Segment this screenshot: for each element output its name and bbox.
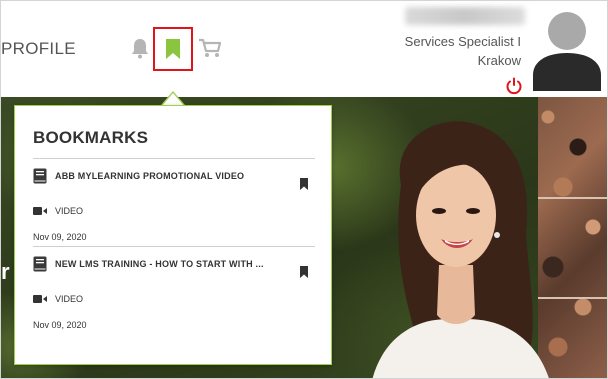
user-role: Services Specialist I Krakow <box>361 32 521 70</box>
content-type: VIDEO <box>55 206 84 216</box>
top-header: PROFILE Services Specialist I Krakow <box>1 1 607 97</box>
bookmarks-button[interactable] <box>153 27 193 71</box>
app-frame: PROFILE Services Specialist I Krakow r B… <box>0 0 608 379</box>
user-name-redacted <box>405 7 525 25</box>
user-role-title: Services Specialist I <box>404 34 521 49</box>
book-icon <box>33 168 47 184</box>
divider <box>33 246 315 247</box>
profile-link[interactable]: PROFILE <box>1 39 76 59</box>
user-location: Krakow <box>477 53 521 68</box>
book-icon <box>33 256 47 272</box>
video-icon <box>33 207 47 215</box>
banner-photo-person <box>372 121 549 378</box>
bookmark-remove-icon[interactable] <box>299 178 309 190</box>
bookmark-title[interactable]: ABB MYLEARNING PROMOTIONAL VIDEO <box>55 171 255 181</box>
bookmarks-popup: BOOKMARKS ABB MYLEARNING PROMOTIONAL VID… <box>14 105 332 365</box>
divider <box>33 158 315 159</box>
popup-title: BOOKMARKS <box>33 128 149 147</box>
bookmark-item[interactable]: ABB MYLEARNING PROMOTIONAL VIDEO VIDEO N… <box>33 160 315 248</box>
video-icon <box>33 295 47 303</box>
bookmark-item[interactable]: NEW LMS TRAINING - HOW TO START WITH ...… <box>33 248 315 336</box>
bookmark-remove-icon[interactable] <box>299 266 309 278</box>
bell-icon[interactable] <box>127 33 153 63</box>
power-icon[interactable] <box>505 77 523 95</box>
bookmark-title[interactable]: NEW LMS TRAINING - HOW TO START WITH ... <box>55 259 263 269</box>
bookmark-icon <box>166 39 180 59</box>
banner-headline-fragment: r <box>1 259 10 284</box>
bookmark-date: Nov 09, 2020 <box>33 232 87 242</box>
bookmark-date: Nov 09, 2020 <box>33 320 87 330</box>
content-type: VIDEO <box>55 294 84 304</box>
user-avatar[interactable] <box>533 9 601 91</box>
cart-icon[interactable] <box>197 33 223 63</box>
